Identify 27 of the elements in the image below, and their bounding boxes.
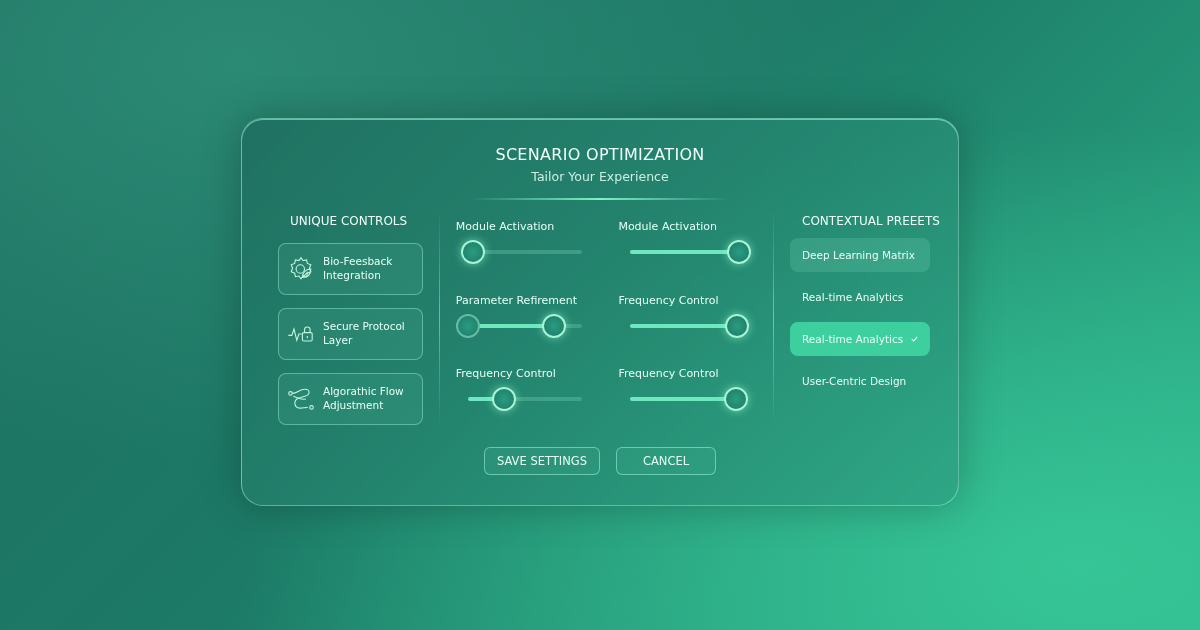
slider-thumb[interactable] xyxy=(541,313,566,338)
preset-item[interactable]: Real-time Analytics xyxy=(790,280,930,314)
slider-label: Module Activation xyxy=(618,220,718,233)
slider-thumb[interactable] xyxy=(461,240,486,264)
slider-label: Frequency Control xyxy=(618,293,720,307)
preset-item[interactable]: Real-time Analytics xyxy=(790,322,930,356)
slider-start-handle[interactable] xyxy=(455,313,480,338)
slider-label: Frequency Control xyxy=(455,367,557,381)
slider-label: Module Activation xyxy=(455,220,556,233)
slider-thumb[interactable] xyxy=(492,387,517,412)
save-button[interactable]: SAVE SETTINGS xyxy=(483,447,601,475)
control-card[interactable]: Bio-Feesback Integration xyxy=(278,243,423,295)
preset-item[interactable]: User-Centric Design xyxy=(790,364,930,398)
section-heading: CONTEXTUAL PREEETS xyxy=(802,214,938,228)
control-card[interactable]: Algorathic Flow Adjustment xyxy=(278,373,423,425)
slider-thumb[interactable] xyxy=(723,387,748,412)
panel-title: SCENARIO OPTIMIZATION xyxy=(495,145,705,164)
slider-thumb[interactable] xyxy=(725,313,749,338)
control-card[interactable]: Secure Protocol Layer xyxy=(278,308,423,360)
slider-label: Frequency Control xyxy=(618,367,720,381)
cancel-button[interactable]: CANCEL xyxy=(616,447,717,475)
slider-thumb[interactable] xyxy=(727,240,752,264)
preset-item[interactable]: Deep Learning Matrix xyxy=(790,238,930,272)
panel-subtitle: Tailor Your Experience xyxy=(531,169,669,184)
slider-label: Parameter Refirement xyxy=(455,293,579,307)
section-heading: UNIQUE CONTROLS xyxy=(290,214,409,228)
check-icon xyxy=(911,335,918,343)
